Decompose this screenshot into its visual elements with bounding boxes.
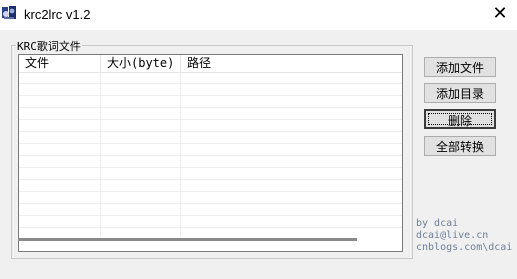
grid-line (19, 155, 402, 156)
grid-line (19, 131, 402, 132)
grid-line (19, 95, 402, 96)
delete-button[interactable]: 删除 (424, 109, 496, 129)
grid-line (19, 167, 402, 168)
column-header-path[interactable]: 路径 (181, 55, 402, 72)
close-button[interactable]: ✕ (486, 2, 514, 26)
grid-line (19, 119, 402, 120)
file-list[interactable]: 文件 大小(byte) 路径 (18, 54, 403, 252)
column-header-size[interactable]: 大小(byte) (101, 55, 181, 72)
grid-line (19, 143, 402, 144)
grid-line (19, 179, 402, 180)
grid-line (19, 107, 402, 108)
grid-line (19, 203, 402, 204)
credit-email: dcai@live.cn (416, 230, 489, 241)
delete-button-label: 删除 (447, 114, 472, 128)
grid-line (19, 215, 402, 216)
title-bar[interactable]: krc2lrc v1.2 ✕ (0, 0, 517, 30)
column-header-file[interactable]: 文件 (19, 55, 101, 72)
add-directory-button[interactable]: 添加目录 (424, 83, 496, 103)
list-header: 文件 大小(byte) 路径 (19, 55, 402, 73)
add-file-button[interactable]: 添加文件 (424, 57, 496, 77)
groupbox-label: KRC歌词文件 (16, 38, 82, 54)
convert-all-button[interactable]: 全部转换 (424, 136, 496, 156)
horizontal-scrollbar[interactable] (18, 238, 357, 241)
window-title: krc2lrc v1.2 (24, 7, 91, 22)
credits: by dcai dcai@live.cn cnblogs.com\dcai (416, 218, 512, 254)
credit-author: by dcai (416, 218, 459, 229)
grid-line (19, 227, 402, 228)
credit-blog: cnblogs.com\dcai (416, 242, 513, 253)
app-icon (2, 6, 16, 19)
grid-line (19, 191, 402, 192)
grid-line (19, 83, 402, 84)
